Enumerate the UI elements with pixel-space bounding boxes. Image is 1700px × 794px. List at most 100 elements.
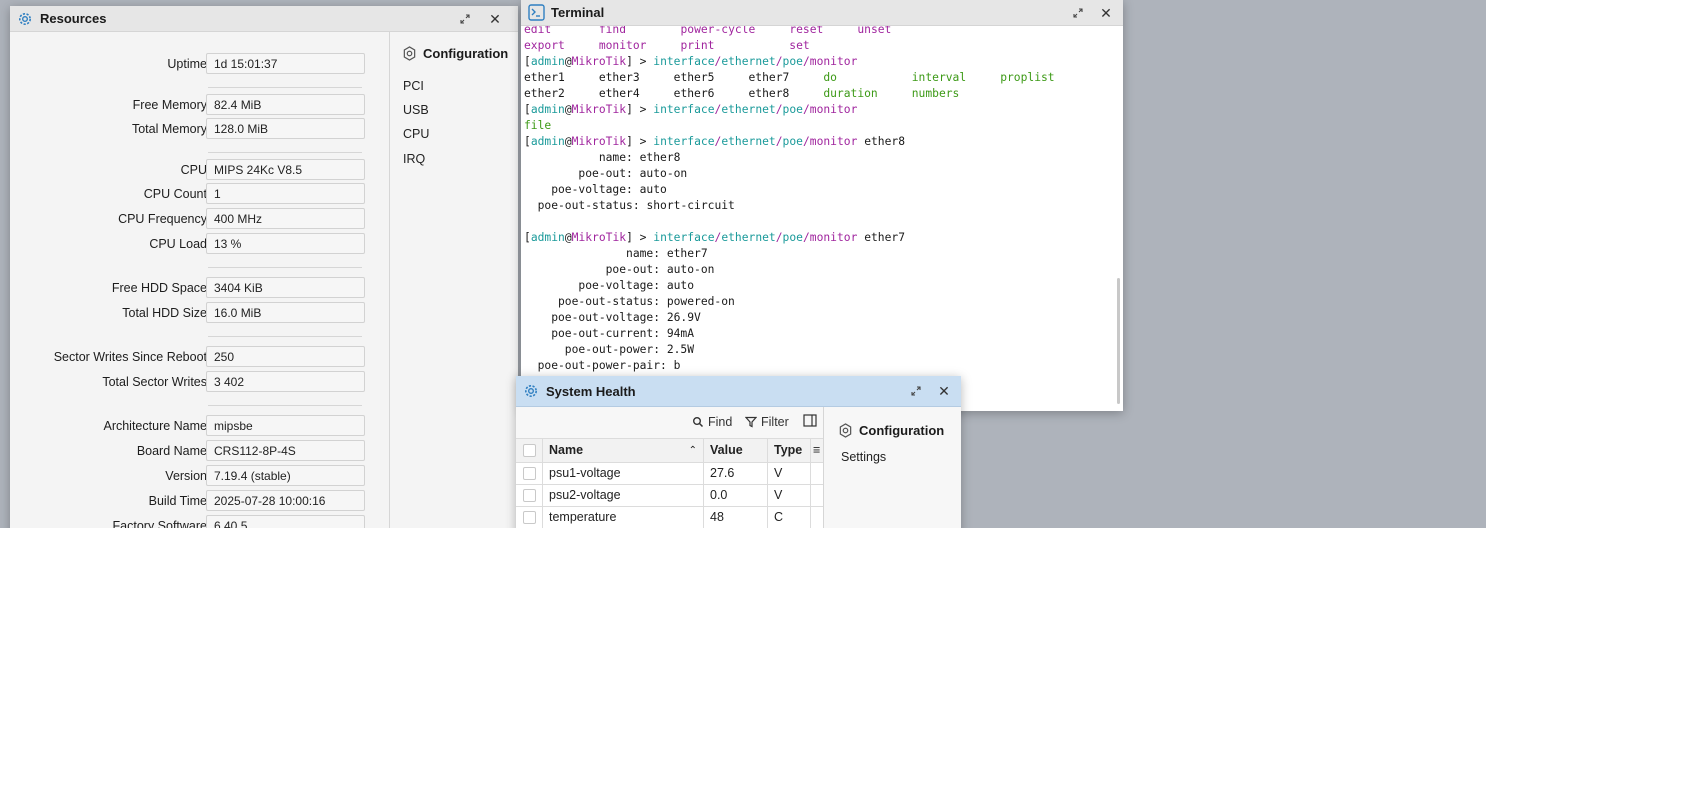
maximize-icon[interactable] (1069, 4, 1087, 22)
field-row: Version 7.19.4 (stable) (10, 465, 389, 488)
terminal-line: [admin@MikroTik] > interface/ethernet/po… (524, 103, 858, 116)
field-value[interactable]: 3 402 (206, 371, 365, 392)
find-label: Find (708, 415, 733, 429)
field-row: Total Memory 128.0 MiB (10, 118, 389, 141)
table-header: Name ⌃ Value Type ≡ (516, 438, 823, 463)
divider (208, 405, 362, 406)
maximize-icon[interactable] (456, 10, 474, 28)
field-value[interactable]: 82.4 MiB (206, 94, 365, 115)
close-icon[interactable]: ✕ (935, 382, 953, 400)
field-value[interactable]: 2025-07-28 10:00:16 (206, 490, 365, 511)
close-icon[interactable]: ✕ (486, 10, 504, 28)
settings-icon (403, 46, 416, 61)
field-row: Sector Writes Since Reboot 250 (10, 346, 389, 369)
field-value[interactable]: 400 MHz (206, 208, 365, 229)
table-row[interactable]: temperature 48 C (516, 507, 823, 528)
terminal-line: [admin@MikroTik] > interface/ethernet/po… (524, 55, 858, 68)
field-value[interactable]: 7.19.4 (stable) (206, 465, 365, 486)
field-label: Total HDD Size (122, 306, 207, 320)
terminal-command: interface/ethernet/poe/monitor (653, 103, 858, 116)
terminal-output[interactable]: edit find power-cycle reset unset export … (521, 26, 1123, 411)
field-label: Board Name (136, 444, 207, 458)
panel-toggle-icon[interactable] (803, 414, 821, 427)
sidebar-heading: Configuration (402, 46, 508, 61)
resources-fields: Uptime 1d 15:01:37 Free Memory 82.4 MiB To… (10, 32, 389, 528)
cell-name: psu2-voltage (543, 485, 704, 506)
field-label: Version (165, 469, 207, 483)
health-titlebar[interactable]: System Health ✕ (516, 376, 961, 407)
field-value[interactable]: MIPS 24Kc V8.5 (206, 159, 365, 180)
field-label: CPU Count (143, 187, 207, 201)
filter-button[interactable]: Filter (745, 415, 789, 429)
sidebar-item-pci[interactable]: PCI (403, 79, 424, 93)
select-all-cell (516, 439, 543, 462)
sidebar-item-settings[interactable]: Settings (841, 450, 886, 464)
terminal-line: poe-voltage: auto (524, 183, 667, 196)
sidebar-item-irq[interactable]: IRQ (403, 152, 425, 166)
resources-sidebar: Configuration PCI USB CPU IRQ (389, 32, 518, 528)
field-value[interactable]: 13 % (206, 233, 365, 254)
maximize-icon[interactable] (907, 382, 925, 400)
cell-value: 27.6 (704, 463, 768, 484)
window-title: System Health (546, 383, 636, 399)
filter-label: Filter (761, 415, 789, 429)
window-title: Resources (40, 11, 107, 26)
terminal-line: name: ether7 (524, 247, 708, 260)
cell-type: V (768, 463, 811, 484)
field-value[interactable]: 3404 KiB (206, 277, 365, 298)
field-value[interactable]: 250 (206, 346, 365, 367)
cell-name: temperature (543, 507, 704, 528)
terminal-icon (527, 4, 545, 22)
filter-icon (745, 416, 757, 428)
terminal-titlebar[interactable]: Terminal ✕ (521, 0, 1123, 26)
sidebar-item-usb[interactable]: USB (403, 103, 429, 117)
cell-value: 0.0 (704, 485, 768, 506)
field-value[interactable]: mipsbe (206, 415, 365, 436)
column-menu-icon[interactable]: ≡ (811, 439, 823, 462)
row-checkbox[interactable] (523, 467, 536, 480)
terminal-scrollbar[interactable] (1117, 278, 1120, 404)
field-value[interactable]: 1d 15:01:37 (206, 53, 365, 74)
cell-type: C (768, 507, 811, 528)
close-icon[interactable]: ✕ (1097, 4, 1115, 22)
column-header-value[interactable]: Value (704, 439, 768, 462)
terminal-line: poe-out-status: powered-on (524, 295, 735, 308)
field-value[interactable]: 1 (206, 183, 365, 204)
field-row: Architecture Name mipsbe (10, 415, 389, 438)
select-all-checkbox[interactable] (523, 444, 536, 457)
find-button[interactable]: Find (692, 415, 732, 429)
resources-titlebar[interactable]: Resources ✕ (10, 6, 518, 32)
terminal-command: interface/ethernet/poe/monitor (653, 231, 858, 244)
field-row: Total HDD Size 16.0 MiB (10, 302, 389, 325)
sort-asc-icon: ⌃ (688, 445, 697, 456)
sidebar-item-cpu[interactable]: CPU (403, 127, 429, 141)
cell-name: psu1-voltage (543, 463, 704, 484)
divider (208, 87, 362, 88)
divider (208, 336, 362, 337)
field-row: Uptime 1d 15:01:37 (10, 53, 389, 76)
field-value[interactable]: 16.0 MiB (206, 302, 365, 323)
field-label: CPU Load (149, 237, 207, 251)
field-value[interactable]: CRS112-8P-4S (206, 440, 365, 461)
row-checkbox[interactable] (523, 489, 536, 502)
field-label: Factory Software (112, 519, 207, 528)
sidebar-heading: Configuration (838, 423, 944, 438)
sidebar-heading-label: Configuration (859, 423, 945, 438)
field-label: Total Memory (131, 122, 207, 136)
field-value[interactable]: 6.40.5 (206, 515, 365, 528)
table-row[interactable]: psu2-voltage 0.0 V (516, 485, 823, 507)
window-title: Terminal (551, 5, 605, 20)
row-checkbox[interactable] (523, 511, 536, 524)
gear-icon (16, 10, 34, 28)
system-health-window: System Health ✕ Find Filter Name ⌃ Value… (516, 376, 961, 528)
field-label: Build Time (148, 494, 207, 508)
table-row[interactable]: psu1-voltage 27.6 V (516, 463, 823, 485)
field-value[interactable]: 128.0 MiB (206, 118, 365, 139)
column-header-type[interactable]: Type (768, 439, 811, 462)
terminal-line: poe-out-current: 94mA (524, 327, 695, 340)
field-row: Build Time 2025-07-28 10:00:16 (10, 490, 389, 513)
column-header-name[interactable]: Name ⌃ (543, 439, 704, 462)
desktop: Resources ✕ Uptime 1d 15:01:37 Free Memor… (0, 0, 1486, 528)
field-label: Total Sector Writes (102, 375, 207, 389)
